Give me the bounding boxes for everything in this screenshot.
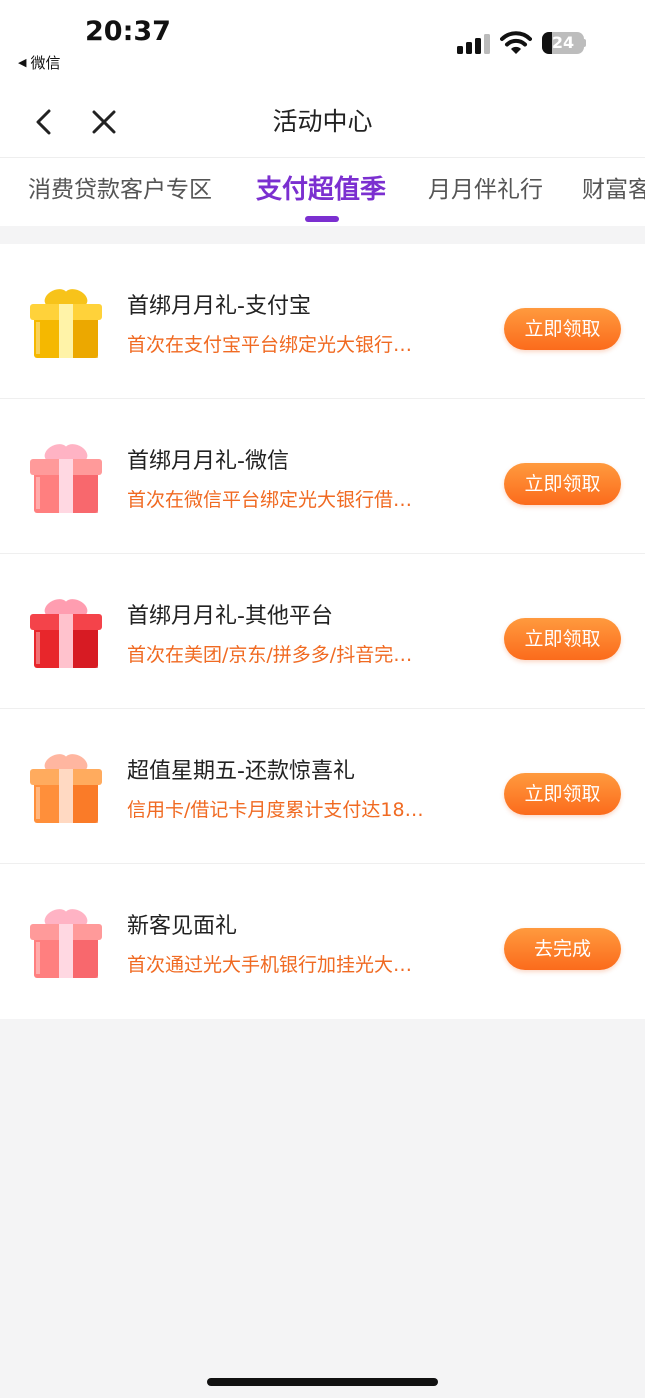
activity-item[interactable]: 首绑月月礼-其他平台 首次在美团/京东/拼多多/抖音完… 立即领取 <box>0 554 645 709</box>
activity-item[interactable]: 超值星期五-还款惊喜礼 信用卡/借记卡月度累计支付达18… 立即领取 <box>0 709 645 864</box>
activity-description: 信用卡/借记卡月度累计支付达18… <box>127 799 424 821</box>
back-to-app-link[interactable]: ◀ 微信 <box>18 52 60 73</box>
tab-monthly-gift[interactable]: 月月伴礼行 <box>428 158 543 226</box>
status-time: 20:37 <box>85 16 171 47</box>
back-app-label: 微信 <box>30 54 61 72</box>
gift-box-icon <box>26 592 106 672</box>
activity-description: 首次在美团/京东/拼多多/抖音完… <box>127 644 413 666</box>
nav-bar: 活动中心 <box>0 86 645 158</box>
claim-now-button[interactable]: 立即领取 <box>504 463 621 505</box>
activity-title: 首绑月月礼-微信 <box>127 449 289 474</box>
activity-description: 首次在微信平台绑定光大银行借… <box>127 489 413 511</box>
status-bar: 20:37 ◀ 微信 24 <box>0 0 645 86</box>
gift-box-icon <box>26 437 106 517</box>
activity-title: 超值星期五-还款惊喜礼 <box>127 759 355 784</box>
activity-item[interactable]: 首绑月月礼-支付宝 首次在支付宝平台绑定光大银行… 立即领取 <box>0 244 645 399</box>
active-tab-indicator <box>305 216 339 222</box>
back-arrow-icon[interactable] <box>28 106 60 138</box>
gift-box-icon <box>26 902 106 982</box>
gift-box-icon <box>26 282 106 362</box>
activity-title: 新客见面礼 <box>127 914 238 939</box>
page: 20:37 ◀ 微信 24 活动中心 消费贷款客户专区 支付超值季 月月伴礼行 … <box>0 0 645 1398</box>
claim-now-button[interactable]: 立即领取 <box>504 308 621 350</box>
tab-wealth[interactable]: 财富客 <box>582 158 645 226</box>
activity-title: 首绑月月礼-支付宝 <box>127 294 311 319</box>
section-gap <box>0 226 645 244</box>
activity-list: 首绑月月礼-支付宝 首次在支付宝平台绑定光大银行… 立即领取 首绑月月礼-微信 … <box>0 244 645 1019</box>
claim-now-button[interactable]: 立即领取 <box>504 618 621 660</box>
activity-title: 首绑月月礼-其他平台 <box>127 604 333 629</box>
tab-consumer-loan[interactable]: 消费贷款客户专区 <box>28 158 212 226</box>
battery-icon: 24 <box>542 32 586 54</box>
activity-item[interactable]: 新客见面礼 首次通过光大手机银行加挂光大… 去完成 <box>0 864 645 1019</box>
battery-level: 24 <box>551 33 575 52</box>
claim-now-button[interactable]: 立即领取 <box>504 773 621 815</box>
activity-description: 首次通过光大手机银行加挂光大… <box>127 954 413 976</box>
cellular-signal-icon <box>457 34 491 54</box>
back-triangle-icon: ◀ <box>18 56 27 69</box>
close-icon[interactable] <box>88 106 120 138</box>
wifi-icon <box>500 31 532 54</box>
activity-item[interactable]: 首绑月月礼-微信 首次在微信平台绑定光大银行借… 立即领取 <box>0 399 645 554</box>
go-complete-button[interactable]: 去完成 <box>504 928 621 970</box>
home-indicator[interactable] <box>207 1378 438 1386</box>
activity-description: 首次在支付宝平台绑定光大银行… <box>127 334 413 356</box>
gift-box-icon <box>26 747 106 827</box>
tab-bar: 消费贷款客户专区 支付超值季 月月伴礼行 财富客 <box>0 158 645 226</box>
